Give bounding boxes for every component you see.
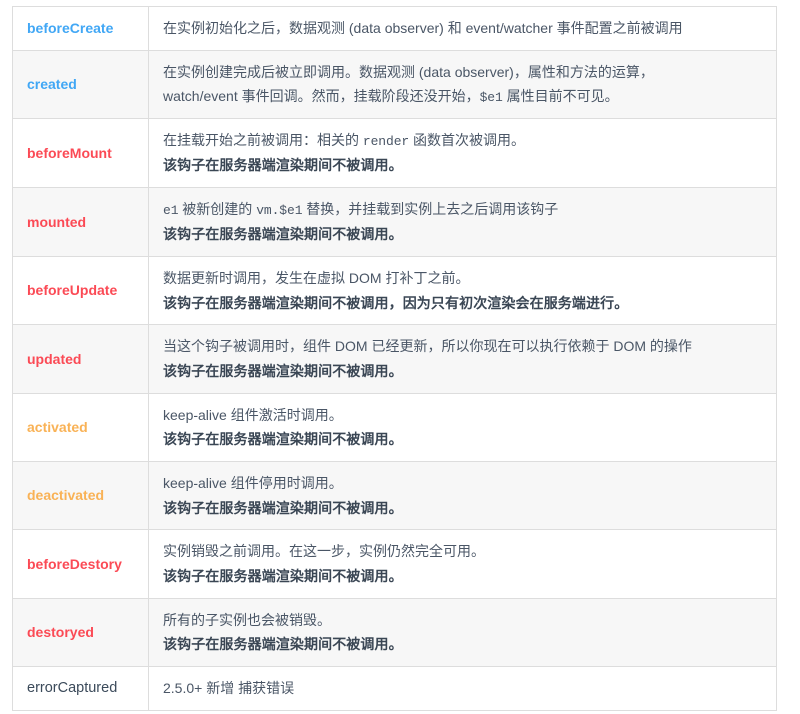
description-text: 在实例初始化之后，数据观测 (data observer) 和 event/wa… bbox=[163, 20, 683, 36]
hook-name: beforeMount bbox=[27, 144, 112, 161]
hook-description-cell: 在挂载开始之前被调用：相关的 render 函数首次被调用。 该钩子在服务器端渲染… bbox=[148, 118, 777, 189]
description-text: 该钩子在服务器端渲染期间不被调用。 bbox=[163, 499, 403, 516]
description-line: 数据更新时调用，发生在虚拟 DOM 打补丁之前。 bbox=[163, 267, 764, 290]
hook-name: activated bbox=[27, 418, 88, 435]
table-body: beforeCreate 在实例初始化之后，数据观测 (data observer… bbox=[12, 6, 777, 712]
table-row: beforeDestory 实例销毁之前调用。在这一步，实例仍然完全可用。 该钩子在… bbox=[12, 529, 777, 599]
table-row: destoryed 所有的子实例也会被销毁。该钩子在服务器端渲染期间不被调用。 bbox=[12, 597, 777, 667]
description-text: 被新创建的 bbox=[178, 201, 257, 218]
table-row: deactivated keep-alive 组件停用时调用。该钩子在服务器端渲染… bbox=[12, 460, 777, 531]
table-row: created 在实例创建完成后被立即调用。数据观测 (data observer… bbox=[12, 49, 777, 120]
hook-description-cell: 2.5.0+ 新增 捕获错误 bbox=[148, 665, 777, 712]
hook-name-cell: deactivated bbox=[12, 460, 149, 531]
description-note-line: 该钩子在服务器端渲染期间不被调用。 bbox=[163, 360, 764, 383]
hook-description-cell: 当这个钩子被调用时，组件 DOM 已经更新，所以你现在可以执行依赖于 DOM 的… bbox=[148, 324, 777, 394]
table-row: errorCaptured 2.5.0+ 新增 捕获错误 bbox=[12, 665, 777, 712]
table-row: activated keep-alive 组件激活时调用。该钩子在服务器端渲染期间… bbox=[12, 392, 777, 462]
description-text: watch/event 事件回调。然而，挂载阶段还没开始， bbox=[163, 88, 480, 105]
hook-name-cell: beforeMount bbox=[12, 118, 149, 189]
hook-name-cell: created bbox=[12, 49, 149, 120]
hook-name: updated bbox=[27, 350, 82, 367]
hook-name: created bbox=[27, 76, 77, 93]
table-row: updated 当这个钩子被调用时，组件 DOM 已经更新，所以你现在可以执行依赖… bbox=[12, 324, 777, 394]
hook-name: beforeCreate bbox=[27, 20, 114, 36]
table-row: beforeCreate 在实例初始化之后，数据观测 (data observer… bbox=[12, 6, 777, 51]
description-line: 实例销毁之前调用。在这一步，实例仍然完全可用。 bbox=[163, 540, 764, 563]
hook-description-cell: 数据更新时调用，发生在虚拟 DOM 打补丁之前。该钩子在服务器端渲染期间不被调用… bbox=[148, 255, 777, 326]
description-note-line: 该钩子在服务器端渲染期间不被调用，因为只有初次渲染会在服务端进行。 bbox=[163, 292, 764, 315]
hook-name-cell: updated bbox=[12, 324, 149, 394]
description-text: 2.5.0+ 新增 捕获错误 bbox=[163, 680, 295, 697]
description-text: 数据更新时调用，发生在虚拟 DOM 打补丁之前。 bbox=[163, 269, 470, 286]
inline-code: e1 bbox=[163, 203, 179, 219]
hook-name: mounted bbox=[27, 213, 87, 230]
inline-code: $e1 bbox=[479, 90, 503, 106]
hook-description-cell: keep-alive 组件激活时调用。该钩子在服务器端渲染期间不被调用。 bbox=[148, 392, 777, 462]
hook-name-cell: activated bbox=[12, 392, 149, 462]
hook-name-cell: errorCaptured bbox=[12, 665, 149, 712]
description-line: keep-alive 组件停用时调用。 bbox=[163, 472, 764, 495]
description-line: watch/event 事件回调。然而，挂载阶段还没开始，$e1 属性目前不可见… bbox=[163, 85, 764, 108]
table-row: beforeUpdate 数据更新时调用，发生在虚拟 DOM 打补丁之前。该钩子在… bbox=[12, 255, 777, 326]
hook-description-cell: 在实例创建完成后被立即调用。数据观测 (data observer)，属性和方法… bbox=[148, 49, 777, 120]
description-line: e1 被新创建的 vm.$e1 替换，并挂载到实例上去之后调用该钩子 bbox=[163, 198, 764, 221]
inline-code: render bbox=[362, 134, 410, 150]
description-text: 该钩子在服务器端渲染期间不被调用。 bbox=[163, 157, 403, 174]
description-text: 在挂载开始之前被调用：相关的 bbox=[163, 132, 363, 149]
hook-name: beforeUpdate bbox=[27, 282, 118, 299]
hook-name-cell: beforeDestory bbox=[12, 529, 149, 599]
table-row: mounted e1 被新创建的 vm.$e1 替换，并挂载到实例上去之后调用该钩… bbox=[12, 187, 777, 257]
table-row: beforeMount 在挂载开始之前被调用：相关的 render 函数首次被调用… bbox=[12, 118, 777, 189]
hook-description-cell: 实例销毁之前调用。在这一步，实例仍然完全可用。 该钩子在服务器端渲染期间不被调用。 bbox=[148, 529, 777, 599]
description-note-line: 该钩子在服务器端渲染期间不被调用。 bbox=[163, 565, 764, 588]
lifecycle-hooks-table-container: beforeCreate 在实例初始化之后，数据观测 (data observer… bbox=[12, 6, 777, 712]
hook-name-cell: beforeUpdate bbox=[12, 255, 149, 326]
hook-description-cell: 在实例初始化之后，数据观测 (data observer) 和 event/wa… bbox=[148, 6, 777, 51]
inline-code: vm.$e1 bbox=[256, 203, 303, 219]
description-text: 该钩子在服务器端渲染期间不被调用，因为只有初次渲染会在服务端进行。 bbox=[163, 294, 629, 311]
description-line: keep-alive 组件激活时调用。 bbox=[163, 404, 764, 427]
description-text: 属性目前不可见。 bbox=[502, 88, 619, 105]
description-text: 该钩子在服务器端渲染期间不被调用。 bbox=[163, 431, 403, 448]
hook-name: errorCaptured bbox=[27, 679, 118, 696]
hook-name-cell: mounted bbox=[12, 187, 149, 257]
description-text: 替换，并挂载到实例上去之后调用该钩子 bbox=[302, 201, 559, 218]
description-line: 所有的子实例也会被销毁。 bbox=[163, 609, 764, 632]
description-text: keep-alive 组件停用时调用。 bbox=[163, 474, 343, 491]
lifecycle-hooks-table: beforeCreate 在实例初始化之后，数据观测 (data observer… bbox=[12, 6, 777, 712]
hook-name: beforeDestory bbox=[27, 555, 122, 572]
description-text: 该钩子在服务器端渲染期间不被调用。 bbox=[163, 362, 403, 379]
description-text: keep-alive 组件激活时调用。 bbox=[163, 406, 343, 423]
description-line: 在挂载开始之前被调用：相关的 render 函数首次被调用。 bbox=[163, 129, 764, 152]
description-text: 所有的子实例也会被销毁。 bbox=[163, 611, 331, 628]
description-text: 该钩子在服务器端渲染期间不被调用。 bbox=[163, 226, 403, 243]
hook-name: destoryed bbox=[27, 623, 94, 640]
hook-description-cell: 所有的子实例也会被销毁。该钩子在服务器端渲染期间不被调用。 bbox=[148, 597, 777, 667]
description-text: 在实例创建完成后被立即调用。数据观测 (data observer)，属性和方法… bbox=[163, 63, 654, 80]
description-line: 当这个钩子被调用时，组件 DOM 已经更新，所以你现在可以执行依赖于 DOM 的… bbox=[163, 335, 764, 358]
description-text: 实例销毁之前调用。在这一步，实例仍然完全可用。 bbox=[163, 543, 485, 560]
description-note-line: 该钩子在服务器端渲染期间不被调用。 bbox=[163, 497, 764, 520]
description-text: 该钩子在服务器端渲染期间不被调用。 bbox=[163, 636, 403, 653]
description-note-line: 该钩子在服务器端渲染期间不被调用。 bbox=[163, 154, 764, 177]
description-line: 2.5.0+ 新增 捕获错误 bbox=[163, 677, 764, 700]
hook-name: deactivated bbox=[27, 487, 105, 504]
description-note-line: 该钩子在服务器端渲染期间不被调用。 bbox=[163, 428, 764, 451]
description-text: 该钩子在服务器端渲染期间不被调用。 bbox=[163, 567, 403, 584]
description-note-line: 该钩子在服务器端渲染期间不被调用。 bbox=[163, 223, 764, 246]
description-line: 在实例创建完成后被立即调用。数据观测 (data observer)，属性和方法… bbox=[163, 61, 764, 84]
description-line: 在实例初始化之后，数据观测 (data observer) 和 event/wa… bbox=[163, 17, 764, 40]
description-text: 当这个钩子被调用时，组件 DOM 已经更新，所以你现在可以执行依赖于 DOM 的… bbox=[163, 338, 692, 355]
description-note-line: 该钩子在服务器端渲染期间不被调用。 bbox=[163, 633, 764, 656]
hook-description-cell: e1 被新创建的 vm.$e1 替换，并挂载到实例上去之后调用该钩子该钩子在服务… bbox=[148, 187, 777, 257]
hook-name-cell: beforeCreate bbox=[12, 6, 149, 51]
description-text: 函数首次被调用。 bbox=[409, 132, 525, 149]
hook-name-cell: destoryed bbox=[12, 597, 149, 667]
hook-description-cell: keep-alive 组件停用时调用。该钩子在服务器端渲染期间不被调用。 bbox=[148, 460, 777, 531]
